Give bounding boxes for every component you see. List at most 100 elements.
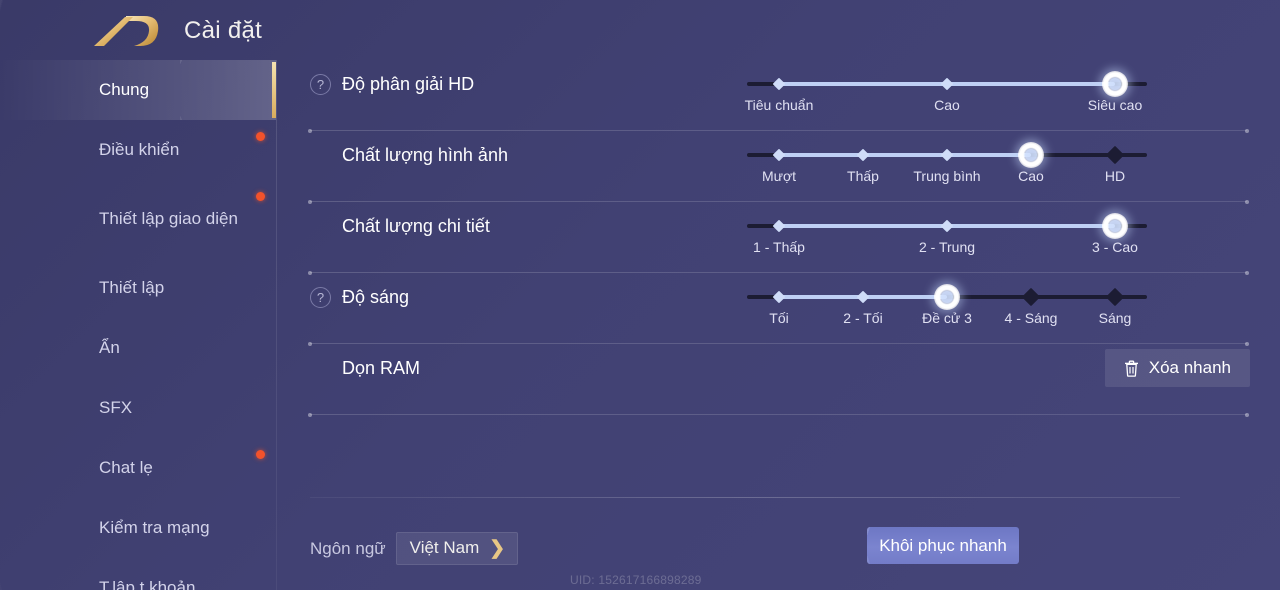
slider-option-label[interactable]: Trung bình bbox=[913, 168, 980, 184]
slider-track[interactable] bbox=[747, 213, 1147, 239]
language-selector[interactable]: Ngôn ngữ Việt Nam ❯ bbox=[310, 532, 519, 565]
slider-resolution[interactable]: Tiêu chuẩn Cao Siêu cao bbox=[745, 71, 1147, 115]
slider-thumb[interactable] bbox=[934, 284, 960, 310]
setting-label: Chất lượng chi tiết bbox=[342, 215, 490, 236]
slider-tick[interactable] bbox=[940, 148, 954, 162]
slider-tick[interactable] bbox=[1021, 287, 1041, 307]
sidebar-item-label: Ẩn bbox=[99, 338, 120, 358]
slider-tick[interactable] bbox=[940, 219, 954, 233]
slider-labels: Mượt Thấp Trung bình Cao HD bbox=[747, 168, 1147, 186]
slider-option-label[interactable]: Cao bbox=[934, 97, 960, 113]
slider-option-label[interactable]: Đề cử 3 bbox=[922, 310, 972, 326]
active-streak bbox=[180, 60, 270, 120]
slider-option-label[interactable]: Tối bbox=[769, 310, 788, 326]
sidebar-item-kiem-tra-mang[interactable]: Kiểm tra mạng bbox=[0, 498, 276, 558]
row-label-area: Dọn RAM bbox=[277, 344, 747, 392]
sidebar-item-label: Chat lẹ bbox=[99, 458, 153, 478]
sidebar-item-sfx[interactable]: SFX bbox=[0, 378, 276, 438]
sidebar-item-thiet-lap[interactable]: Thiết lập bbox=[0, 258, 276, 318]
page-title: Cài đặt bbox=[184, 17, 263, 44]
setting-label: Dọn RAM bbox=[342, 357, 421, 378]
slider-detail-quality[interactable]: 1 - Thấp 2 - Trung 3 - Cao bbox=[747, 213, 1147, 257]
question-mark-icon[interactable]: ? bbox=[310, 286, 331, 308]
sidebar-item-label: Kiểm tra mạng bbox=[99, 518, 210, 538]
sidebar-item-label: Điều khiển bbox=[99, 140, 180, 160]
settings-screen: Cài đặt Chung Điều khiển Thiết lập giao … bbox=[0, 0, 1280, 590]
sidebar-item-label: Chung bbox=[99, 80, 150, 100]
slider-option-label[interactable]: Cao bbox=[1018, 168, 1044, 184]
slider-option-label[interactable]: Siêu cao bbox=[1088, 97, 1142, 113]
sidebar-item-label: Thiết lập bbox=[99, 278, 165, 298]
notification-dot-icon bbox=[256, 450, 265, 459]
sidebar-item-dieu-khien[interactable]: Điều khiển bbox=[0, 120, 276, 180]
language-label: Ngôn ngữ bbox=[310, 538, 386, 558]
slider-tick[interactable] bbox=[772, 290, 786, 304]
slider-tick[interactable] bbox=[772, 148, 786, 162]
row-divider bbox=[308, 412, 1249, 417]
slider-tick[interactable] bbox=[1105, 145, 1125, 165]
slider-tick[interactable] bbox=[940, 77, 954, 91]
setting-row-brightness: ? Độ sáng Tối 2 - Tối Đề cử 3 4 - Sáng Sáng bbox=[277, 273, 1280, 343]
slider-option-label[interactable]: Mượt bbox=[762, 168, 796, 184]
slider-track[interactable] bbox=[747, 71, 1147, 97]
slider-option-label[interactable]: HD bbox=[1105, 168, 1125, 184]
restore-button-label: Khôi phục nhanh bbox=[879, 535, 1007, 555]
bottom-divider bbox=[310, 497, 1180, 498]
row-label-area: ? Độ sáng bbox=[277, 273, 747, 321]
setting-row-clean-ram: Dọn RAM Xóa nhanh bbox=[277, 344, 1280, 414]
question-mark-icon[interactable]: ? bbox=[310, 73, 331, 95]
slider-thumb[interactable] bbox=[1018, 142, 1044, 168]
slider-option-label[interactable]: 4 - Sáng bbox=[1005, 310, 1058, 326]
uid-text: UID: 152617166898289 bbox=[570, 573, 702, 587]
setting-label: Độ phân giải HD bbox=[342, 73, 475, 94]
sidebar-item-an[interactable]: Ẩn bbox=[0, 318, 276, 378]
slider-option-label[interactable]: 1 - Thấp bbox=[753, 239, 805, 255]
header: Cài đặt bbox=[0, 0, 1280, 62]
trash-icon bbox=[1124, 360, 1139, 377]
slider-image-quality[interactable]: Mượt Thấp Trung bình Cao HD bbox=[747, 142, 1147, 186]
slider-option-label[interactable]: 2 - Tối bbox=[843, 310, 882, 326]
slider-thumb[interactable] bbox=[1102, 71, 1128, 97]
slider-option-label[interactable]: 3 - Cao bbox=[1092, 239, 1138, 255]
setting-label: Chất lượng hình ảnh bbox=[342, 144, 508, 165]
row-label-area: Chất lượng hình ảnh bbox=[277, 131, 747, 179]
notification-dot-icon bbox=[256, 192, 265, 201]
language-button[interactable]: Việt Nam ❯ bbox=[395, 532, 519, 565]
slider-tick[interactable] bbox=[772, 219, 786, 233]
language-value: Việt Nam bbox=[409, 538, 480, 557]
sidebar[interactable]: Chung Điều khiển Thiết lập giao diện Thi… bbox=[0, 60, 276, 590]
slider-labels: Tối 2 - Tối Đề cử 3 4 - Sáng Sáng bbox=[747, 310, 1147, 328]
restore-button[interactable]: Khôi phục nhanh bbox=[867, 527, 1019, 564]
row-label-area: Chất lượng chi tiết bbox=[277, 202, 747, 250]
slider-option-label[interactable]: Tiêu chuẩn bbox=[745, 97, 814, 113]
slider-labels: Tiêu chuẩn Cao Siêu cao bbox=[745, 97, 1147, 115]
sidebar-item-chung[interactable]: Chung bbox=[0, 60, 276, 120]
sidebar-item-tlap-tkhoan[interactable]: T.lập t.khoản bbox=[0, 558, 276, 590]
chevron-right-icon: ❯ bbox=[489, 537, 506, 559]
slider-tick[interactable] bbox=[856, 148, 870, 162]
sidebar-item-thiet-lap-giao-dien[interactable]: Thiết lập giao diện bbox=[0, 180, 276, 258]
row-label-area: ? Độ phân giải HD bbox=[277, 60, 747, 108]
slider-tick[interactable] bbox=[772, 77, 786, 91]
slider-option-label[interactable]: Thấp bbox=[847, 168, 879, 184]
slider-option-label[interactable]: 2 - Trung bbox=[919, 239, 975, 255]
settings-panel: ? Độ phân giải HD Tiêu chuẩn Cao Siêu cao … bbox=[277, 60, 1280, 590]
slider-labels: 1 - Thấp 2 - Trung 3 - Cao bbox=[747, 239, 1147, 257]
slider-tick[interactable] bbox=[1105, 287, 1125, 307]
slider-fill bbox=[779, 153, 1031, 157]
clean-ram-button[interactable]: Xóa nhanh bbox=[1104, 349, 1250, 387]
slider-brightness[interactable]: Tối 2 - Tối Đề cử 3 4 - Sáng Sáng bbox=[747, 284, 1147, 328]
slider-track[interactable] bbox=[747, 284, 1147, 310]
clean-ram-button-label: Xóa nhanh bbox=[1148, 358, 1231, 377]
sidebar-item-chat-le[interactable]: Chat lẹ bbox=[0, 438, 276, 498]
setting-label: Độ sáng bbox=[342, 286, 410, 307]
slider-thumb[interactable] bbox=[1102, 213, 1128, 239]
slider-tick[interactable] bbox=[856, 290, 870, 304]
setting-row-image-quality: Chất lượng hình ảnh Mượt Thấp Trung bình Ca… bbox=[277, 131, 1280, 201]
sidebar-item-label: SFX bbox=[99, 398, 133, 418]
slider-track[interactable] bbox=[747, 142, 1147, 168]
slider-option-label[interactable]: Sáng bbox=[1099, 310, 1132, 326]
setting-row-detail-quality: Chất lượng chi tiết 1 - Thấp 2 - Trung 3 -… bbox=[277, 202, 1280, 272]
setting-row-resolution: ? Độ phân giải HD Tiêu chuẩn Cao Siêu cao bbox=[277, 60, 1280, 130]
sidebar-item-label: T.lập t.khoản bbox=[99, 578, 196, 590]
